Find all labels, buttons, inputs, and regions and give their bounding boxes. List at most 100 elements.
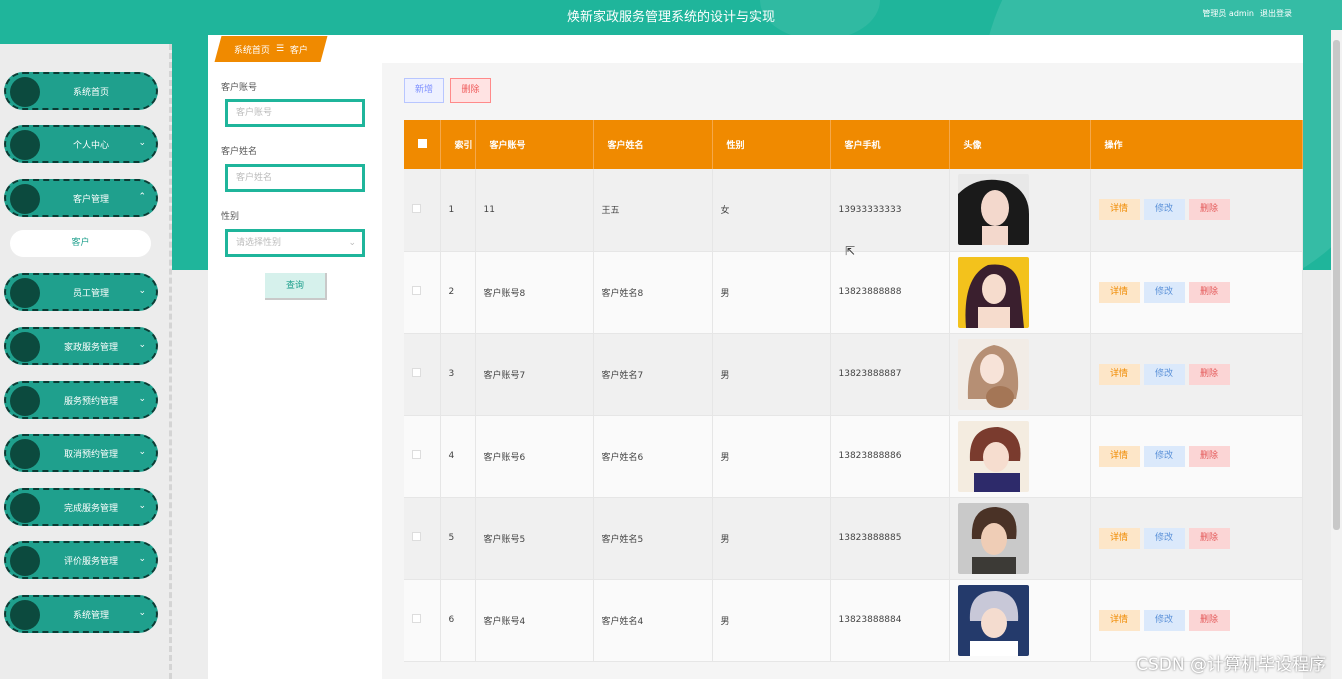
column-header-actions: 操作 <box>1090 120 1303 169</box>
row-account: 客户账号5 <box>475 497 594 580</box>
name-search-input[interactable]: 客户姓名 <box>225 164 365 192</box>
menu-dot-icon <box>10 493 40 523</box>
logout-link[interactable]: 退出登录 <box>1260 8 1292 19</box>
sidebar-item-customer-management[interactable]: 客户管理 ⌃ <box>4 179 158 217</box>
row-checkbox[interactable] <box>404 415 441 498</box>
row-checkbox[interactable] <box>404 169 441 252</box>
row-name: 客户姓名4 <box>593 579 713 662</box>
delete-button[interactable]: 删除 <box>1188 527 1230 549</box>
row-avatar-cell <box>949 497 1091 580</box>
edit-button[interactable]: 修改 <box>1143 527 1185 549</box>
row-gender: 男 <box>712 333 831 416</box>
row-account: 11 <box>475 169 594 252</box>
sidebar-item-system-management[interactable]: 系统管理 ⌄ <box>4 595 158 633</box>
watermark: CSDN @计算机毕设程序 <box>1136 655 1326 675</box>
add-button[interactable]: 新增 <box>404 78 444 103</box>
sidebar-item-housekeeping-service[interactable]: 家政服务管理 ⌄ <box>4 327 158 365</box>
avatar <box>957 502 1029 574</box>
sidebar-subitem-customer[interactable]: 客户 <box>10 230 151 257</box>
checkbox-icon <box>412 450 421 459</box>
sidebar-item-completed-service[interactable]: 完成服务管理 ⌄ <box>4 488 158 526</box>
row-checkbox[interactable] <box>404 579 441 662</box>
sidebar-item-personal-center[interactable]: 个人中心 ⌄ <box>4 125 158 163</box>
sidebar-item-label: 取消预约管理 <box>63 449 118 460</box>
edit-button[interactable]: 修改 <box>1143 199 1185 221</box>
detail-button[interactable]: 详情 <box>1098 363 1140 385</box>
sidebar-item-label: 家政服务管理 <box>63 342 118 353</box>
row-index: 6 <box>440 579 476 662</box>
column-header-account: 客户账号 <box>475 120 594 169</box>
row-avatar-cell <box>949 251 1091 334</box>
detail-button[interactable]: 详情 <box>1098 609 1140 631</box>
sidebar-item-service-booking[interactable]: 服务预约管理 ⌄ <box>4 381 158 419</box>
row-gender: 男 <box>712 251 831 334</box>
row-index: 1 <box>440 169 476 252</box>
menu-dot-icon <box>10 546 40 576</box>
sidebar-item-label: 员工管理 <box>72 288 109 299</box>
row-index: 2 <box>440 251 476 334</box>
row-actions: 详情 修改 删除 <box>1090 333 1303 416</box>
column-header-name: 客户姓名 <box>593 120 713 169</box>
gender-select[interactable]: 请选择性别 ⌄ <box>225 229 365 257</box>
breadcrumb-home[interactable]: 系统首页 <box>234 43 270 56</box>
sidebar-item-label: 个人中心 <box>72 140 109 151</box>
detail-button[interactable]: 详情 <box>1098 445 1140 467</box>
chevron-down-icon: ⌄ <box>138 608 146 618</box>
account-label: 客户账号 <box>221 83 258 93</box>
table-row: 2 客户账号8 客户姓名8 男 13823888888 详情 修改 删除 <box>404 251 1303 334</box>
edit-button[interactable]: 修改 <box>1143 281 1185 303</box>
row-gender: 女 <box>712 169 831 252</box>
detail-button[interactable]: 详情 <box>1098 527 1140 549</box>
account-search-input[interactable]: 客户账号 <box>225 99 365 127</box>
edit-button[interactable]: 修改 <box>1143 363 1185 385</box>
avatar <box>957 420 1029 492</box>
row-index: 4 <box>440 415 476 498</box>
menu-dot-icon <box>10 184 40 214</box>
mouse-cursor-icon: ⇱ <box>845 244 856 258</box>
row-phone: 13823888885 <box>830 497 950 580</box>
row-phone: 13823888887 <box>830 333 950 416</box>
sidebar-item-cancel-booking[interactable]: 取消预约管理 ⌄ <box>4 434 158 472</box>
scrollbar-thumb[interactable] <box>1333 40 1340 530</box>
delete-button[interactable]: 删除 <box>1188 199 1230 221</box>
menu-dot-icon <box>10 278 40 308</box>
vertical-scrollbar[interactable] <box>1331 30 1342 679</box>
row-account: 客户账号7 <box>475 333 594 416</box>
delete-button[interactable]: 删除 <box>1188 445 1230 467</box>
chevron-down-icon: ⌄ <box>138 138 146 148</box>
detail-button[interactable]: 详情 <box>1098 281 1140 303</box>
chevron-down-icon: ⌄ <box>138 501 146 511</box>
delete-button[interactable]: 删除 <box>1188 363 1230 385</box>
sidebar-item-home[interactable]: 系统首页 <box>4 72 158 110</box>
row-gender: 男 <box>712 579 831 662</box>
column-header-phone: 客户手机 <box>830 120 950 169</box>
checkbox-icon <box>412 286 421 295</box>
select-all-checkbox[interactable] <box>404 120 441 169</box>
menu-dot-icon <box>10 600 40 630</box>
chevron-down-icon: ⌄ <box>138 554 146 564</box>
query-button[interactable]: 查询 <box>265 273 327 300</box>
row-phone: 13823888888 <box>830 251 950 334</box>
breadcrumb-bar <box>208 35 1303 63</box>
customer-table: 索引 客户账号 客户姓名 性别 客户手机 头像 操作 1 11 王五 女 139… <box>404 120 1303 662</box>
checkbox-icon <box>412 368 421 377</box>
column-header-index: 索引 <box>440 120 476 169</box>
delete-button[interactable]: 删除 <box>1188 281 1230 303</box>
row-checkbox[interactable] <box>404 251 441 334</box>
detail-button[interactable]: 详情 <box>1098 199 1140 221</box>
edit-button[interactable]: 修改 <box>1143 609 1185 631</box>
checkbox-icon <box>412 532 421 541</box>
column-header-gender: 性别 <box>712 120 831 169</box>
row-phone: 13823888886 <box>830 415 950 498</box>
menu-dot-icon <box>10 130 40 160</box>
sidebar-item-service-review[interactable]: 评价服务管理 ⌄ <box>4 541 158 579</box>
batch-delete-button[interactable]: 删除 <box>450 78 491 103</box>
row-checkbox[interactable] <box>404 333 441 416</box>
row-checkbox[interactable] <box>404 497 441 580</box>
sidebar-item-employee-management[interactable]: 员工管理 ⌄ <box>4 273 158 311</box>
row-name: 客户姓名7 <box>593 333 713 416</box>
name-label: 客户姓名 <box>221 147 258 157</box>
sidebar-item-label: 评价服务管理 <box>63 556 118 567</box>
edit-button[interactable]: 修改 <box>1143 445 1185 467</box>
delete-button[interactable]: 删除 <box>1188 609 1230 631</box>
